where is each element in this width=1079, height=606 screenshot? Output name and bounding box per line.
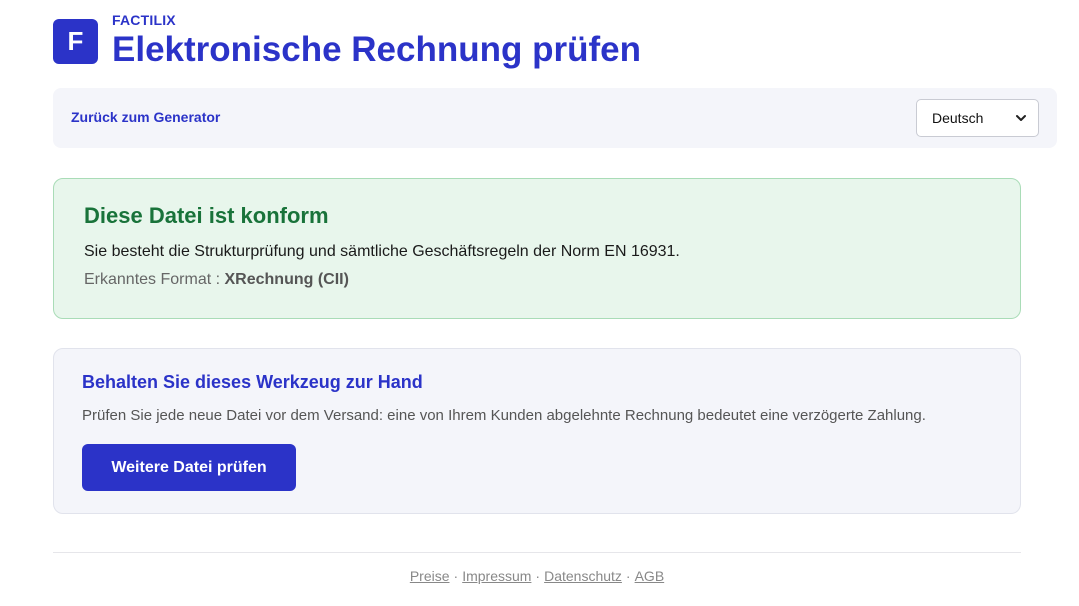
language-selected-value: Deutsch bbox=[932, 110, 984, 126]
footer-separator: · bbox=[625, 568, 631, 584]
format-value: XRechnung (CII) bbox=[224, 271, 349, 288]
result-message: Sie besteht die Strukturprüfung und sämt… bbox=[84, 243, 680, 260]
footer-link-datenschutz[interactable]: Datenschutz bbox=[544, 568, 622, 584]
conformity-result-card: Diese Datei ist konform Sie besteht die … bbox=[53, 178, 1021, 319]
detected-format: Erkanntes Format : XRechnung (CII) bbox=[84, 271, 349, 289]
promo-text: Prüfen Sie jede neue Datei vor dem Versa… bbox=[82, 407, 926, 424]
footer-link-agb[interactable]: AGB bbox=[635, 568, 665, 584]
page-title: Elektronische Rechnung prüfen bbox=[112, 30, 641, 69]
brand-name: FACTILIX bbox=[112, 12, 176, 28]
footer-separator: · bbox=[535, 568, 541, 584]
footer-divider bbox=[53, 552, 1021, 553]
back-to-generator-link[interactable]: Zurück zum Generator bbox=[71, 109, 220, 125]
nav-bar: Zurück zum Generator Deutsch bbox=[53, 88, 1057, 148]
language-select[interactable]: Deutsch bbox=[916, 99, 1039, 137]
result-title: Diese Datei ist konform bbox=[84, 203, 329, 228]
footer-link-preise[interactable]: Preise bbox=[410, 568, 450, 584]
logo-letter: F bbox=[67, 26, 84, 56]
footer: Preise · Impressum · Datenschutz · AGB bbox=[53, 568, 1021, 584]
chevron-down-icon bbox=[1016, 115, 1026, 121]
logo: F bbox=[53, 19, 98, 64]
footer-separator: · bbox=[453, 568, 459, 584]
keep-tool-card: Behalten Sie dieses Werkzeug zur Hand Pr… bbox=[53, 348, 1021, 514]
footer-link-impressum[interactable]: Impressum bbox=[462, 568, 531, 584]
page: F FACTILIX Elektronische Rechnung prüfen… bbox=[0, 0, 1079, 606]
format-label: Erkanntes Format : bbox=[84, 271, 225, 288]
promo-title: Behalten Sie dieses Werkzeug zur Hand bbox=[82, 372, 423, 392]
check-another-file-button[interactable]: Weitere Datei prüfen bbox=[82, 444, 296, 491]
